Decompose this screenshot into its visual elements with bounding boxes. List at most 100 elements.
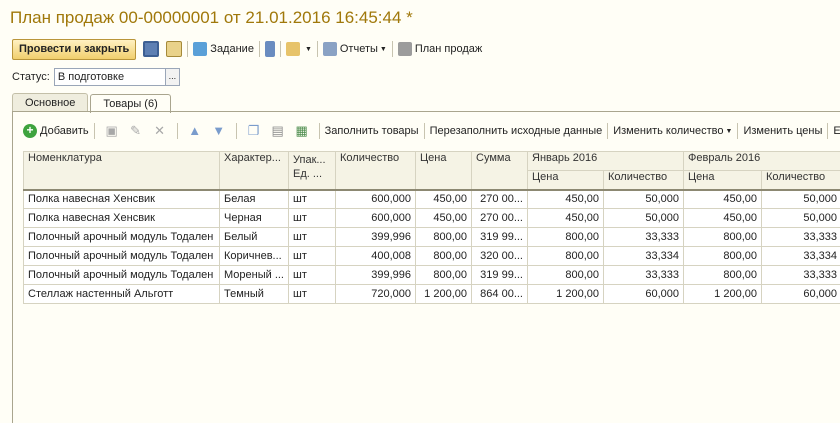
col-nomenclature[interactable]: Номенклатура bbox=[23, 151, 220, 190]
cell-jan-price[interactable]: 800,00 bbox=[527, 246, 604, 266]
cell-feb-price[interactable]: 450,00 bbox=[683, 208, 762, 228]
cell-feb-quantity[interactable]: 33,333 bbox=[761, 227, 840, 247]
cell-unit[interactable]: шт bbox=[288, 284, 336, 304]
cell-feb-price[interactable]: 1 200,00 bbox=[683, 284, 762, 304]
col-characteristic[interactable]: Характер... bbox=[219, 151, 289, 190]
cell-jan-quantity[interactable]: 60,000 bbox=[603, 284, 684, 304]
cell-characteristic[interactable]: Белая bbox=[219, 188, 289, 209]
cell-characteristic[interactable]: Черная bbox=[219, 208, 289, 228]
cell-quantity[interactable]: 720,000 bbox=[335, 284, 416, 304]
status-input[interactable]: В подготовке bbox=[53, 68, 166, 86]
col-jan-price[interactable]: Цена bbox=[527, 170, 604, 190]
structure-icon[interactable] bbox=[264, 41, 275, 57]
cell-jan-quantity[interactable]: 33,333 bbox=[603, 227, 684, 247]
col-jan-quantity[interactable]: Количество bbox=[603, 170, 684, 190]
paste-icon[interactable]: ▤ bbox=[271, 124, 285, 138]
cell-feb-quantity[interactable]: 50,000 bbox=[761, 188, 840, 209]
cell-unit[interactable]: шт bbox=[288, 265, 336, 285]
table-row[interactable]: Полка навесная Хенсвик Черная шт 600,000… bbox=[23, 208, 840, 228]
cell-sum[interactable]: 319 99... bbox=[471, 227, 528, 247]
cell-feb-price[interactable]: 450,00 bbox=[683, 188, 762, 209]
add-button[interactable]: + Добавить bbox=[23, 124, 89, 138]
post-icon[interactable] bbox=[166, 41, 183, 57]
cell-jan-price[interactable]: 450,00 bbox=[527, 208, 604, 228]
more-button[interactable]: Е bbox=[833, 125, 840, 137]
cell-jan-price[interactable]: 800,00 bbox=[527, 227, 604, 247]
cell-jan-quantity[interactable]: 33,334 bbox=[603, 246, 684, 266]
fill-icon[interactable]: ▦ bbox=[295, 124, 309, 138]
cell-name[interactable]: Стеллаж настенный Альготт bbox=[23, 284, 220, 304]
col-price[interactable]: Цена bbox=[415, 151, 472, 190]
cell-sum[interactable]: 320 00... bbox=[471, 246, 528, 266]
cell-name[interactable]: Полка навесная Хенсвик bbox=[23, 188, 220, 209]
cell-sum[interactable]: 864 00... bbox=[471, 284, 528, 304]
cell-feb-quantity[interactable]: 60,000 bbox=[761, 284, 840, 304]
cell-characteristic[interactable]: Белый bbox=[219, 227, 289, 247]
cell-price[interactable]: 450,00 bbox=[415, 208, 472, 228]
cell-quantity[interactable]: 600,000 bbox=[335, 208, 416, 228]
cell-feb-quantity[interactable]: 33,334 bbox=[761, 246, 840, 266]
col-pack-unit[interactable]: Упак... Ед. ... bbox=[288, 151, 336, 190]
col-quantity[interactable]: Количество bbox=[335, 151, 416, 190]
move-up-icon[interactable]: ▲ bbox=[188, 124, 202, 138]
table-row[interactable]: Полочный арочный модуль Тодален Белый шт… bbox=[23, 227, 840, 247]
copy-row-icon[interactable]: ▣ bbox=[105, 124, 119, 138]
cell-jan-price[interactable]: 450,00 bbox=[527, 188, 604, 209]
cell-quantity[interactable]: 399,996 bbox=[335, 265, 416, 285]
create-based-on-button[interactable]: ▼ bbox=[285, 42, 312, 56]
cell-jan-price[interactable]: 800,00 bbox=[527, 265, 604, 285]
save-icon[interactable] bbox=[143, 41, 160, 57]
status-select-button[interactable]: ... bbox=[165, 68, 180, 86]
col-feb-price[interactable]: Цена bbox=[683, 170, 762, 190]
cell-characteristic[interactable]: Коричнев... bbox=[219, 246, 289, 266]
cell-price[interactable]: 800,00 bbox=[415, 227, 472, 247]
cell-feb-price[interactable]: 800,00 bbox=[683, 265, 762, 285]
cell-price[interactable]: 800,00 bbox=[415, 265, 472, 285]
cell-jan-quantity[interactable]: 50,000 bbox=[603, 188, 684, 209]
col-sum[interactable]: Сумма bbox=[471, 151, 528, 190]
col-feb-quantity[interactable]: Количество bbox=[761, 170, 840, 190]
cell-feb-price[interactable]: 800,00 bbox=[683, 227, 762, 247]
task-button[interactable]: Задание bbox=[193, 42, 254, 56]
cell-jan-quantity[interactable]: 33,333 bbox=[603, 265, 684, 285]
cell-quantity[interactable]: 600,000 bbox=[335, 188, 416, 209]
cell-sum[interactable]: 270 00... bbox=[471, 208, 528, 228]
cell-price[interactable]: 1 200,00 bbox=[415, 284, 472, 304]
cell-characteristic[interactable]: Темный bbox=[219, 284, 289, 304]
fill-goods-button[interactable]: Заполнить товары bbox=[325, 125, 419, 137]
cell-unit[interactable]: шт bbox=[288, 227, 336, 247]
cell-feb-quantity[interactable]: 33,333 bbox=[761, 265, 840, 285]
post-and-close-button[interactable]: Провести и закрыть bbox=[12, 38, 137, 60]
cell-sum[interactable]: 319 99... bbox=[471, 265, 528, 285]
cell-jan-price[interactable]: 1 200,00 bbox=[527, 284, 604, 304]
table-row[interactable]: Полочный арочный модуль Тодален Коричнев… bbox=[23, 246, 840, 266]
change-quantity-button[interactable]: Изменить количество ▼ bbox=[613, 125, 732, 137]
refill-data-button[interactable]: Перезаполнить исходные данные bbox=[430, 125, 603, 137]
tab-main[interactable]: Основное bbox=[12, 93, 89, 112]
cell-price[interactable]: 800,00 bbox=[415, 246, 472, 266]
cell-jan-quantity[interactable]: 50,000 bbox=[603, 208, 684, 228]
cell-unit[interactable]: шт bbox=[288, 188, 336, 209]
reports-button[interactable]: Отчеты ▼ bbox=[322, 42, 387, 56]
cell-quantity[interactable]: 399,996 bbox=[335, 227, 416, 247]
cell-characteristic[interactable]: Мореный ... bbox=[219, 265, 289, 285]
table-row[interactable]: Стеллаж настенный Альготт Темный шт 720,… bbox=[23, 284, 840, 304]
cell-unit[interactable]: шт bbox=[288, 208, 336, 228]
print-sales-plan-button[interactable]: План продаж bbox=[397, 42, 482, 56]
cell-name[interactable]: Полочный арочный модуль Тодален bbox=[23, 227, 220, 247]
change-prices-button[interactable]: Изменить цены bbox=[743, 125, 822, 137]
cell-feb-price[interactable]: 800,00 bbox=[683, 246, 762, 266]
delete-icon[interactable]: ✕ bbox=[153, 124, 167, 138]
cell-feb-quantity[interactable]: 50,000 bbox=[761, 208, 840, 228]
cell-name[interactable]: Полочный арочный модуль Тодален bbox=[23, 265, 220, 285]
copy-icon[interactable]: ❐ bbox=[247, 124, 261, 138]
table-row[interactable]: Полочный арочный модуль Тодален Мореный … bbox=[23, 265, 840, 285]
cell-quantity[interactable]: 400,008 bbox=[335, 246, 416, 266]
edit-icon[interactable]: ✎ bbox=[129, 124, 143, 138]
cell-name[interactable]: Полочный арочный модуль Тодален bbox=[23, 246, 220, 266]
cell-unit[interactable]: шт bbox=[288, 246, 336, 266]
cell-name[interactable]: Полка навесная Хенсвик bbox=[23, 208, 220, 228]
cell-price[interactable]: 450,00 bbox=[415, 188, 472, 209]
cell-sum[interactable]: 270 00... bbox=[471, 188, 528, 209]
table-row[interactable]: Полка навесная Хенсвик Белая шт 600,000 … bbox=[23, 188, 840, 209]
